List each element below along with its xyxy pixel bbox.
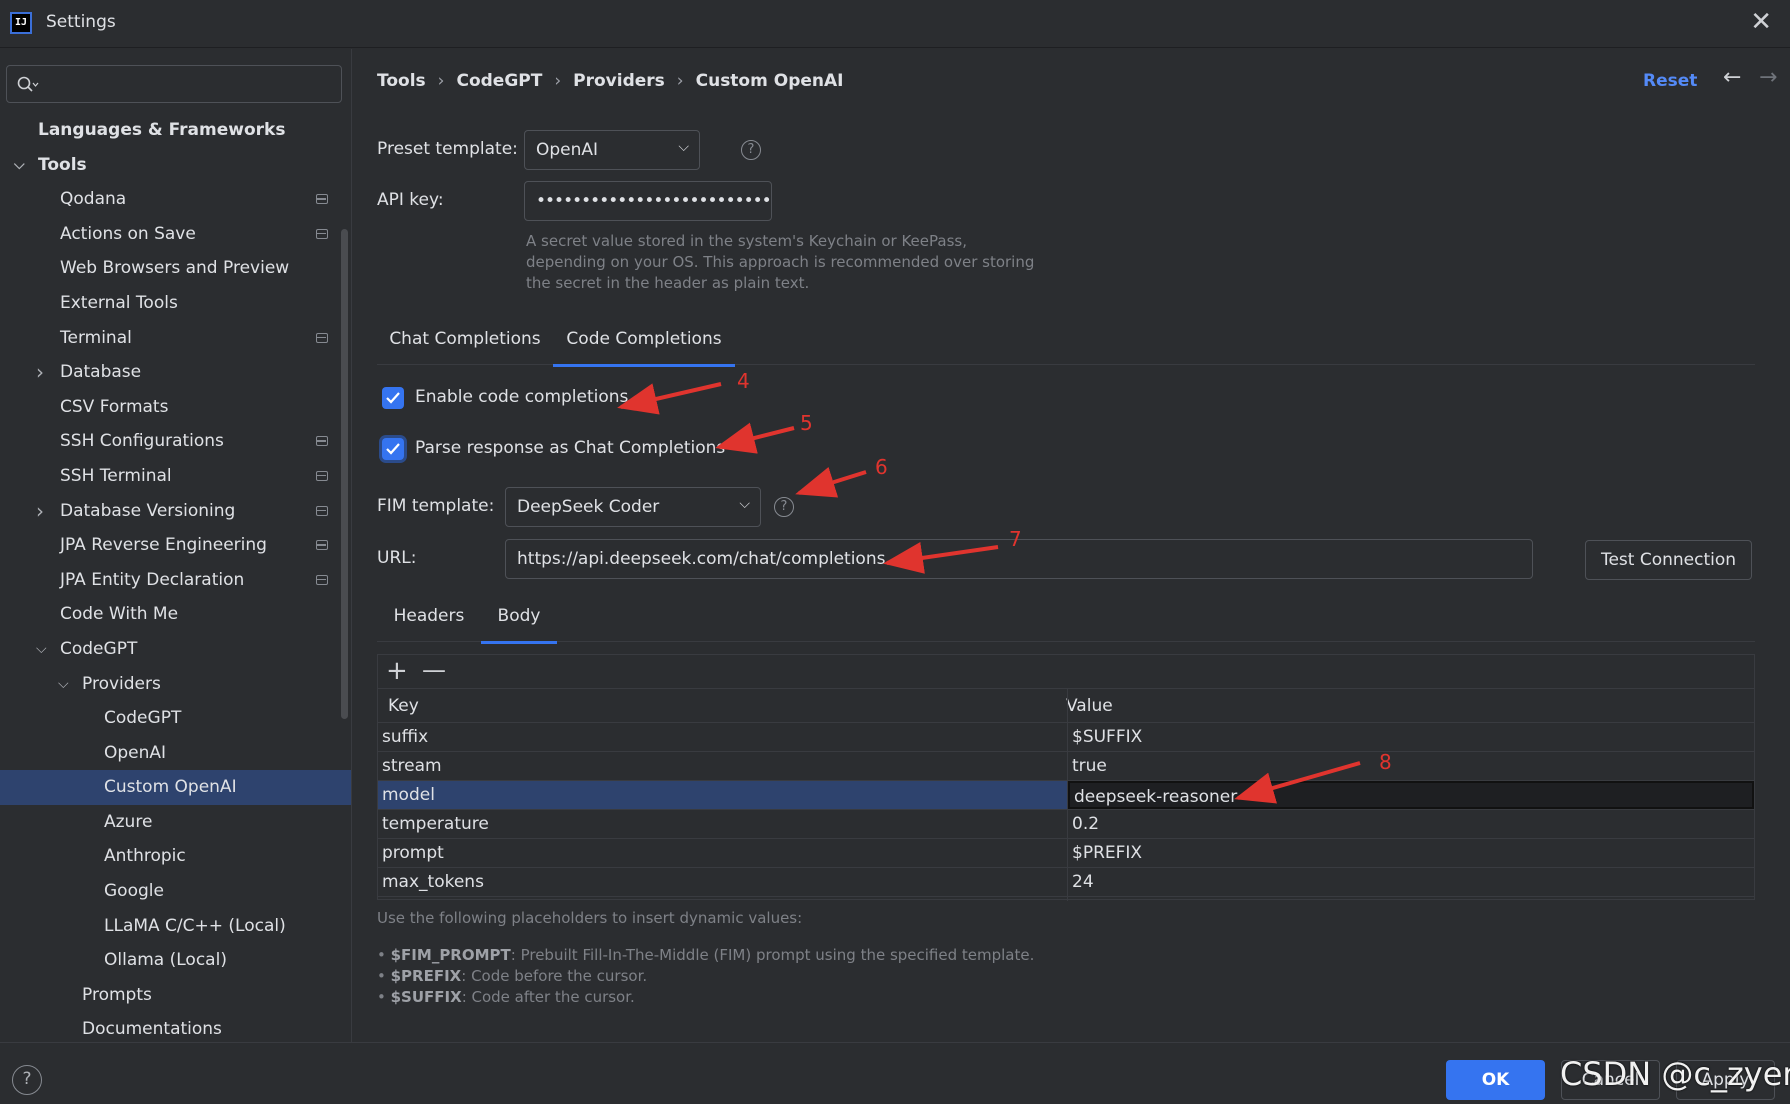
settings-search-input[interactable] [6,65,342,103]
sidebar-item[interactable]: Prompts [0,978,351,1013]
sidebar-item[interactable]: Google [0,874,351,909]
settings-tree: Languages & Frameworks ⌵ Tools Qodana Action… [0,113,351,1042]
sidebar-item-label: Providers [82,673,161,694]
sidebar-item[interactable]: ⌵ Providers [0,667,351,702]
project-scope-icon [316,540,328,551]
sidebar-item-label: Custom OpenAI [104,777,237,798]
sidebar-item-label: Qodana [60,189,127,210]
sidebar-item[interactable]: CSV Formats [0,390,351,425]
sidebar-item-label: Ollama (Local) [104,950,227,971]
sidebar-item[interactable]: › Database Versioning [0,494,351,529]
sidebar-item[interactable]: External Tools [0,286,351,321]
sidebar-item-label: SSH Terminal [60,465,172,486]
annotation-number: 7 [1009,527,1022,551]
project-scope-icon [316,332,328,343]
chevron-right-icon[interactable]: › [36,494,52,529]
chevron-right-icon[interactable]: › [36,355,52,390]
sidebar-item[interactable]: OpenAI [0,736,351,771]
sidebar-item-label: CodeGPT [104,708,182,729]
sidebar-item[interactable]: Custom OpenAI [0,770,351,805]
watermark: CSDN @c_zyer [1560,1055,1790,1093]
sidebar-item-label: LLaMA C/C++ (Local) [104,915,286,936]
sidebar-item-label: Database Versioning [60,500,236,521]
chevron-down-icon[interactable]: ⌵ [36,632,52,667]
annotation-number: 5 [800,411,813,435]
sidebar-item-label: CodeGPT [60,638,138,659]
project-scope-icon [316,436,328,447]
sidebar-item[interactable]: Web Browsers and Preview [0,251,351,286]
sidebar-item[interactable]: Languages & Frameworks [0,113,351,148]
intellij-logo-icon: IJ [10,12,32,34]
sidebar-item-label: Anthropic [104,846,186,867]
sidebar-item-label: External Tools [60,292,178,313]
sidebar-item-label: Web Browsers and Preview [60,258,290,279]
help-button[interactable]: ? [12,1065,42,1095]
sidebar-item-label: JPA Reverse Engineering [60,535,267,556]
sidebar-item[interactable]: ⌵ Tools [0,148,351,183]
sidebar-item[interactable]: ⌵ CodeGPT [0,632,351,667]
sidebar-item-label: OpenAI [104,742,167,763]
sidebar-item[interactable]: CodeGPT [0,701,351,736]
chevron-down-icon[interactable]: ⌵ [58,667,74,702]
sidebar-item[interactable]: Ollama (Local) [0,943,351,978]
sidebar-item[interactable]: JPA Entity Declaration [0,563,351,598]
sidebar-item[interactable]: Actions on Save [0,217,351,252]
project-scope-icon [316,574,328,585]
sidebar-item-label: CSV Formats [60,396,169,417]
sidebar-item[interactable]: Code With Me [0,597,351,632]
close-icon[interactable]: ✕ [1750,8,1772,36]
sidebar-item-label: Azure [104,811,153,832]
settings-sidebar: Languages & Frameworks ⌵ Tools Qodana Action… [0,49,352,1042]
sidebar-item[interactable]: Documentations [0,1012,351,1042]
sidebar-item-label: SSH Configurations [60,431,224,452]
search-icon [17,76,39,92]
sidebar-item[interactable]: Azure [0,805,351,840]
project-scope-icon [316,194,328,205]
sidebar-item-label: Terminal [60,327,132,348]
annotation-number: 6 [875,455,888,479]
ok-button[interactable]: OK [1446,1060,1545,1100]
sidebar-item-label: Google [104,881,164,902]
title-bar: IJ Settings ✕ [0,0,1790,48]
sidebar-scrollbar[interactable] [341,229,348,719]
sidebar-item[interactable]: › Database [0,355,351,390]
annotation-arrows [617,382,1361,804]
project-scope-icon [316,505,328,516]
sidebar-item[interactable]: SSH Terminal [0,459,351,494]
sidebar-item-label: JPA Entity Declaration [60,569,245,590]
sidebar-item[interactable]: SSH Configurations [0,424,351,459]
sidebar-item-label: Code With Me [60,604,179,625]
sidebar-item-label: Documentations [82,1019,222,1040]
sidebar-item-label: Tools [38,154,87,175]
sidebar-item[interactable]: Anthropic [0,839,351,874]
sidebar-item-label: Languages & Frameworks [38,120,286,140]
sidebar-item-label: Prompts [82,984,152,1005]
sidebar-item[interactable]: Qodana [0,182,351,217]
sidebar-item-label: Actions on Save [60,223,196,244]
sidebar-item-label: Database [60,362,142,383]
sidebar-item[interactable]: Terminal [0,321,351,356]
sidebar-item[interactable]: LLaMA C/C++ (Local) [0,909,351,944]
chevron-down-icon[interactable]: ⌵ [14,148,30,183]
window-title: Settings [46,12,116,32]
annotation-number: 8 [1379,750,1392,774]
settings-content: Tools › CodeGPT › Providers › Custom OpenAI Re… [353,49,1790,1042]
project-scope-icon [316,470,328,481]
dialog-footer: ? OK Cancel Apply [0,1042,1790,1104]
annotation-number: 4 [737,369,750,393]
project-scope-icon [316,228,328,239]
sidebar-item[interactable]: JPA Reverse Engineering [0,528,351,563]
